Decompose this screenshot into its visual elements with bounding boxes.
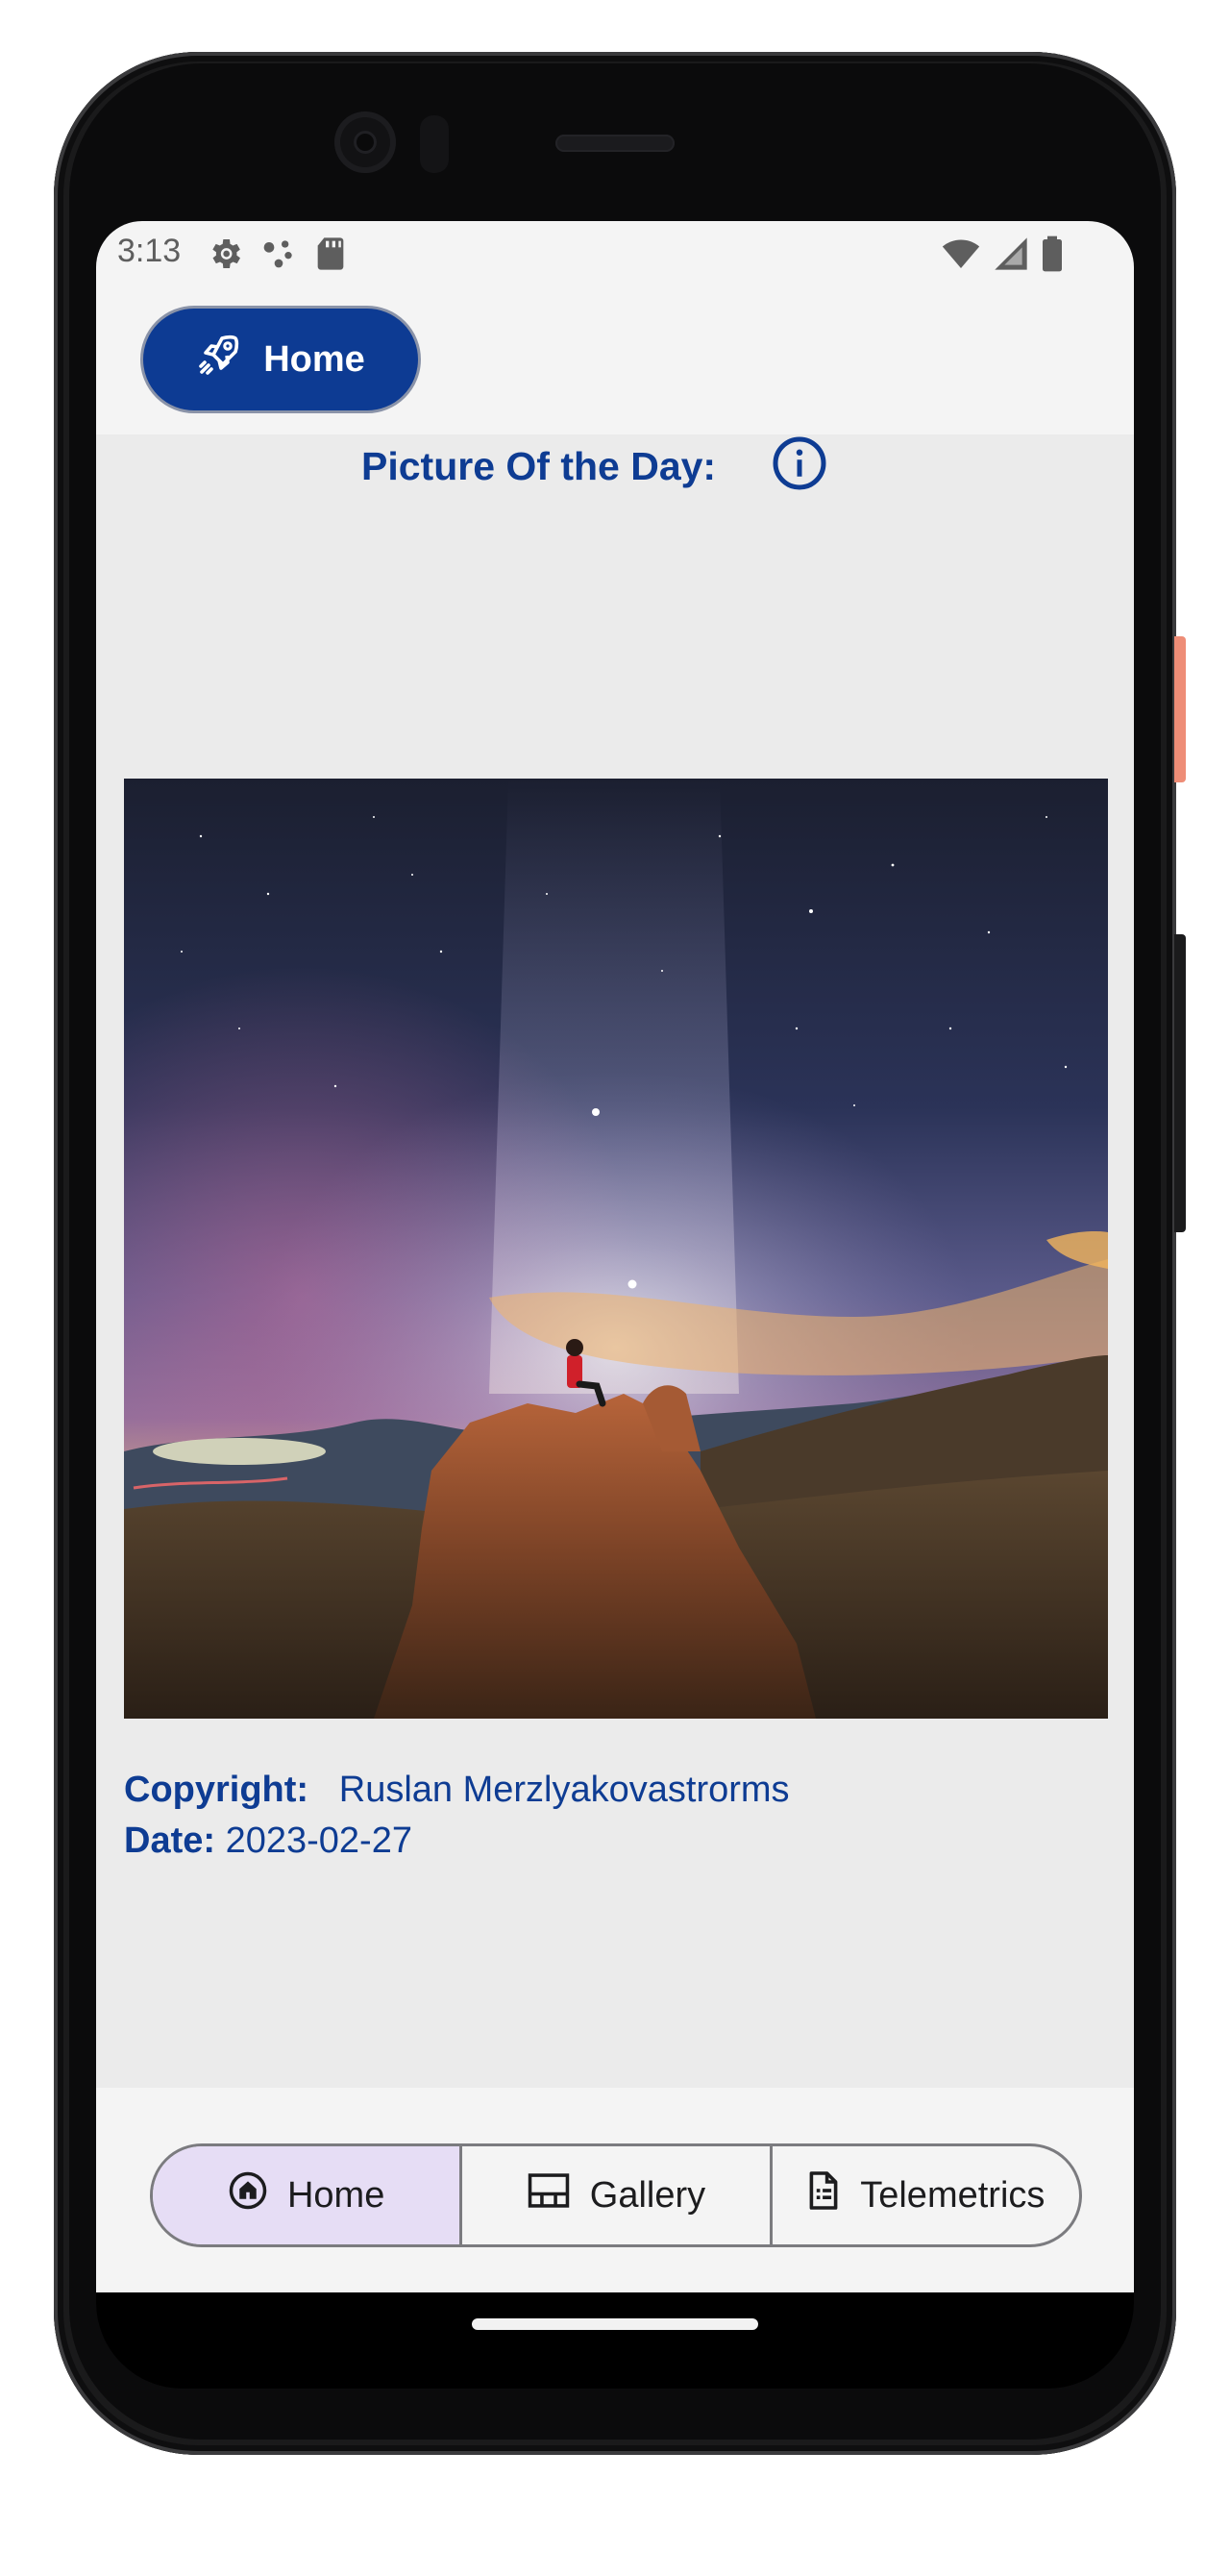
- nav-gallery-label: Gallery: [589, 2174, 706, 2216]
- nav-telemetrics[interactable]: Telemetrics: [773, 2146, 1079, 2244]
- rocket-icon: [196, 332, 242, 387]
- settings-icon: [206, 235, 244, 282]
- power-button[interactable]: [1174, 636, 1186, 782]
- nav-telemetrics-label: Telemetrics: [860, 2174, 1046, 2216]
- gallery-icon: [527, 2171, 571, 2219]
- sd-card-icon: [313, 235, 348, 282]
- info-icon[interactable]: [771, 434, 828, 492]
- bottom-segmented-nav: Home Gallery Telemetrics: [150, 2143, 1082, 2247]
- status-left-icons: [206, 235, 348, 282]
- date-line: Date: 2023-02-27: [124, 1821, 412, 1862]
- home-chip-button[interactable]: Home: [140, 306, 421, 413]
- document-icon: [806, 2169, 841, 2221]
- battery-icon: [1040, 235, 1065, 282]
- picture-of-the-day-image: [124, 779, 1108, 1719]
- copyright-label: Copyright:: [124, 1770, 309, 1810]
- date-value: 2023-02-27: [225, 1821, 412, 1861]
- home-icon: [228, 2170, 268, 2220]
- page-title: Picture Of the Day:: [361, 444, 717, 488]
- status-right-icons: [940, 235, 1065, 282]
- nav-gallery[interactable]: Gallery: [462, 2146, 773, 2244]
- home-chip-label: Home: [263, 338, 365, 380]
- app-screen: 3:13 Home Picture Of the Day: Copyright:…: [96, 221, 1134, 2292]
- status-bar: 3:13: [96, 221, 1134, 288]
- proximity-sensor: [420, 115, 449, 173]
- earpiece-speaker: [555, 135, 675, 152]
- dots-icon: [259, 235, 298, 282]
- signal-icon: [992, 235, 1030, 282]
- copyright-line: Copyright: Ruslan Merzlyakovastrorms: [124, 1770, 790, 1811]
- system-navigation-bar: [96, 2292, 1134, 2389]
- volume-button[interactable]: [1174, 934, 1186, 1232]
- wifi-icon: [940, 235, 982, 282]
- copyright-value: Ruslan Merzlyakovastrorms: [338, 1770, 790, 1810]
- device-page: 3:13 Home Picture Of the Day: Copyright:…: [0, 0, 1230, 2576]
- status-time: 3:13: [117, 233, 182, 269]
- front-camera: [334, 111, 396, 173]
- nav-home[interactable]: Home: [153, 2146, 463, 2244]
- date-label: Date:: [124, 1821, 216, 1861]
- nav-home-label: Home: [286, 2174, 385, 2216]
- home-gesture-handle[interactable]: [472, 2318, 758, 2330]
